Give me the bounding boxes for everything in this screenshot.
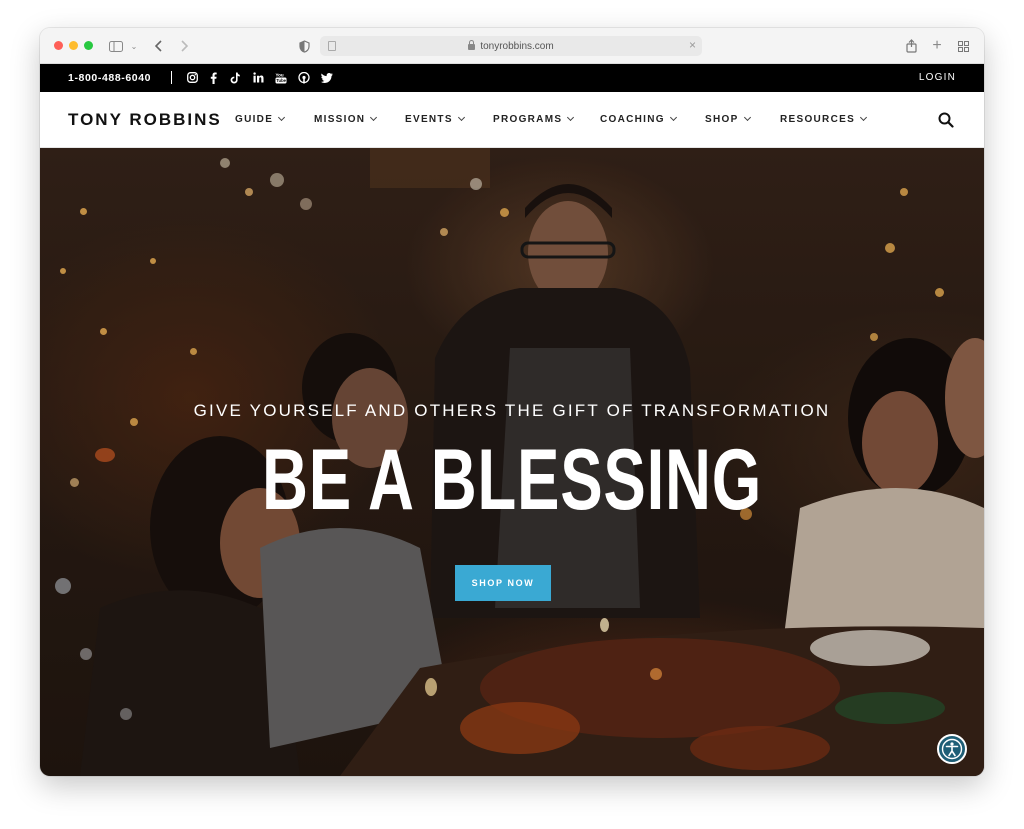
chevron-down-icon [278,113,286,122]
accessibility-button[interactable] [937,734,967,764]
share-icon[interactable] [904,36,918,56]
chevron-down-icon[interactable]: ⌄ [129,36,139,56]
phone-number[interactable]: 1-800-488-6040 [68,72,151,84]
linkedin-icon[interactable] [252,71,264,84]
page-icon [328,41,336,51]
nav-item-events[interactable]: EVENTS [405,113,465,125]
browser-toolbar: ⌄ tonyrobbins.com × + [40,28,984,64]
podcast-icon[interactable] [298,71,310,84]
hero-headline: BE A BLESSING [262,432,762,528]
svg-text:Tube: Tube [276,78,286,83]
hero-subtitle: GIVE YOURSELF AND OTHERS THE GIFT OF TRA… [193,401,831,420]
nav-item-label: MISSION [314,114,366,125]
facebook-icon[interactable] [207,71,219,84]
back-icon[interactable] [152,36,166,56]
nav-item-label: COACHING [600,114,665,125]
address-bar[interactable]: tonyrobbins.com × [320,36,702,56]
close-window-button[interactable] [54,41,63,50]
nav-item-resources[interactable]: RESOURCES [780,113,868,125]
tab-overview-icon[interactable] [956,36,970,56]
nav-item-label: SHOP [705,114,739,125]
browser-window: ⌄ tonyrobbins.com × + 1-800-488-6040 You… [40,28,984,776]
new-tab-icon[interactable]: + [930,36,944,56]
chevron-down-icon [370,113,378,122]
nav-item-label: GUIDE [235,114,274,125]
close-icon[interactable]: × [689,38,696,52]
forward-icon[interactable] [177,36,191,56]
twitter-icon[interactable] [321,71,333,84]
nav-item-label: PROGRAMS [493,114,563,125]
youtube-icon[interactable]: You Tube [275,71,287,84]
accessibility-icon [941,738,963,760]
nav-item-mission[interactable]: MISSION [314,113,378,125]
search-icon[interactable] [938,112,954,128]
divider [171,71,172,84]
zoom-window-button[interactable] [84,41,93,50]
minimize-window-button[interactable] [69,41,78,50]
instagram-icon[interactable] [186,71,198,84]
chevron-down-icon [457,113,465,122]
nav-item-shop[interactable]: SHOP [705,113,751,125]
login-link[interactable]: LOGIN [919,72,956,83]
hero-banner: GIVE YOURSELF AND OTHERS THE GIFT OF TRA… [40,148,984,776]
nav-item-programs[interactable]: PROGRAMS [493,113,575,125]
shield-icon[interactable] [297,36,311,56]
main-navigation: TONY ROBBINS GUIDE MISSION EVENTS PROGRA… [40,92,984,148]
logo[interactable]: TONY ROBBINS [68,110,222,130]
chevron-down-icon [669,113,677,122]
nav-item-coaching[interactable]: COACHING [600,113,677,125]
nav-item-label: EVENTS [405,114,453,125]
chevron-down-icon [860,113,868,122]
utility-bar: 1-800-488-6040 You Tube LOGIN [40,64,984,92]
shop-now-button[interactable]: SHOP NOW [455,565,551,601]
nav-item-guide[interactable]: GUIDE [235,113,286,125]
lock-icon [468,40,476,50]
chevron-down-icon [567,113,575,122]
svg-text:You: You [276,72,284,77]
sidebar-icon[interactable] [108,36,124,56]
chevron-down-icon [743,113,751,122]
url-text: tonyrobbins.com [480,40,554,52]
tiktok-icon[interactable] [229,71,241,84]
nav-item-label: RESOURCES [780,114,856,125]
